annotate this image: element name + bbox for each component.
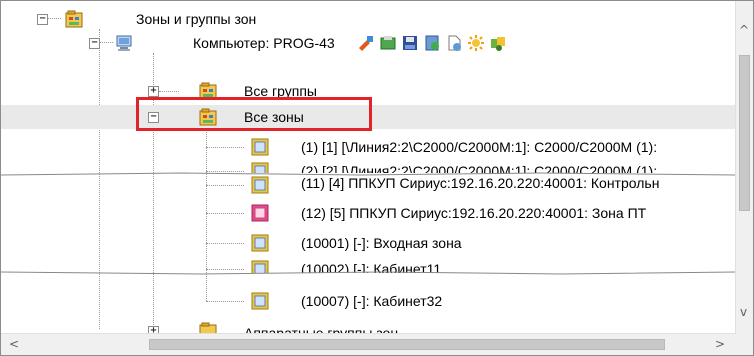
collapse-toggle[interactable]: − <box>89 38 100 49</box>
zone-item[interactable]: (11) [4] ППКУП Сириус:192.16.20.220:4000… <box>1 175 736 195</box>
zone-item[interactable]: (12) [5] ППКУП Сириус:192.16.20.220:4000… <box>1 201 736 225</box>
zone-icon <box>251 176 269 194</box>
zone-label: (10007) [-]: Кабинет32 <box>301 293 443 309</box>
floppy-icon[interactable] <box>401 34 419 52</box>
scroll-up-arrow-icon[interactable]: ^ <box>739 23 749 37</box>
tree-node-label: Компьютер: PROG-43 <box>193 35 335 51</box>
puzzle-icon[interactable] <box>489 34 507 52</box>
sun-icon[interactable] <box>467 34 485 52</box>
collapse-toggle[interactable]: − <box>37 14 48 25</box>
zone-item[interactable]: (10001) [-]: Входная зона <box>1 231 736 255</box>
scroll-left-arrow-icon[interactable]: < <box>9 337 19 351</box>
zone-label: (11) [4] ППКУП Сириус:192.16.20.220:4000… <box>301 175 660 191</box>
computer-icon <box>115 34 133 52</box>
zone-label: (12) [5] ППКУП Сириус:192.16.20.220:4000… <box>301 205 647 221</box>
vertical-scrollbar[interactable]: ^ v <box>735 1 753 334</box>
horizontal-scroll-thumb[interactable] <box>149 339 665 350</box>
zones-tree-panel: − Зоны и группы зон − Компьютер: PROG-43… <box>0 0 754 356</box>
zone-label: (10001) [-]: Входная зона <box>301 235 462 251</box>
zone-group-folder-icon <box>65 10 83 28</box>
zone-item[interactable]: (10007) [-]: Кабинет32 <box>1 289 736 313</box>
network-icon[interactable] <box>423 34 441 52</box>
install-icon[interactable] <box>379 34 397 52</box>
tree-node-root[interactable]: − Зоны и группы зон <box>1 7 736 31</box>
tree-connector <box>206 185 244 186</box>
zones-tree: − Зоны и группы зон − Компьютер: PROG-43… <box>1 1 736 334</box>
tool-icon[interactable] <box>357 34 375 52</box>
document-icon[interactable] <box>445 34 463 52</box>
expand-toggle[interactable]: + <box>148 86 159 97</box>
tree-connector <box>206 243 244 244</box>
zone-icon <box>251 138 269 156</box>
zone-item[interactable]: (1) [1] [\Линия2:2\С2000/С2000М:1]: С200… <box>1 135 736 159</box>
scrollbar-corner <box>736 334 753 355</box>
tree-connector <box>206 301 244 302</box>
tree-node-label: Зоны и группы зон <box>136 11 257 27</box>
zone-label: (1) [1] [\Линия2:2\С2000/С2000М:1]: С200… <box>301 139 658 155</box>
vertical-scroll-thumb[interactable] <box>739 55 750 211</box>
tree-connector <box>206 147 244 148</box>
horizontal-scrollbar[interactable]: < > <box>1 333 736 355</box>
selection-highlight-box <box>136 97 372 131</box>
tree-connector <box>206 213 244 214</box>
tree-node-computer[interactable]: − Компьютер: PROG-43 <box>1 31 736 55</box>
scroll-right-arrow-icon[interactable]: > <box>715 337 725 351</box>
tree-node-hardware-groups[interactable]: + Аппаратные группы зон <box>1 319 736 334</box>
scroll-down-arrow-icon[interactable]: v <box>740 305 747 319</box>
zone-icon <box>251 234 269 252</box>
zone-icon <box>251 204 269 222</box>
screenshot-break-line <box>1 271 736 275</box>
zone-icon <box>251 292 269 310</box>
